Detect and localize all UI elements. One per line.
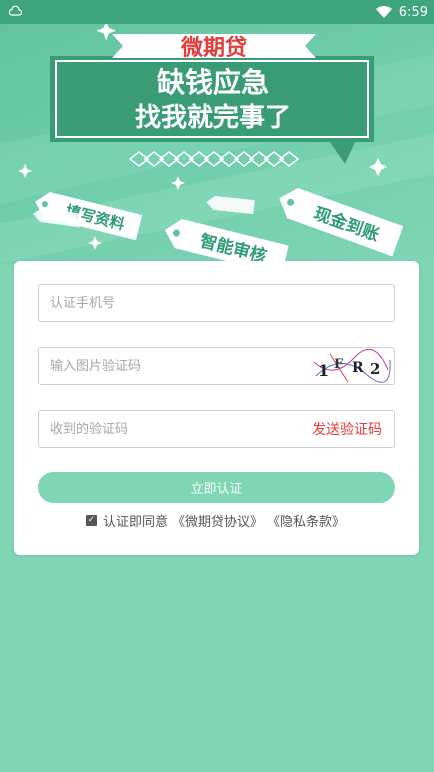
status-bar: 6:59 xyxy=(0,0,434,24)
agreement-link[interactable]: 《微期贷协议》 xyxy=(172,511,263,530)
captcha-char: 1 xyxy=(318,361,329,380)
hero-headline-2: 找我就完事了 xyxy=(135,102,291,133)
tag-cash-arrival: 现金到账 xyxy=(279,188,404,257)
sms-code-field[interactable]: 发送验证码 xyxy=(38,410,395,448)
hero-brand: 微期贷 xyxy=(180,35,247,61)
verification-card: 1 F R 2 发送验证码 立即认证 ✓ 认证即同意 《微期贷协议》 《隐私条款… xyxy=(14,261,419,555)
captcha-char: R xyxy=(352,360,364,376)
status-time: 6:59 xyxy=(398,4,428,20)
captcha-image[interactable]: 1 F R 2 xyxy=(310,348,392,384)
agree-checkbox[interactable]: ✓ xyxy=(86,514,97,526)
agreement-row: ✓ 认证即同意 《微期贷协议》 《隐私条款》 xyxy=(86,511,345,530)
captcha-field[interactable]: 1 F R 2 xyxy=(38,347,395,385)
phone-input[interactable] xyxy=(39,285,394,321)
hero-banner: 微期贷 缺钱应急 找我就完事了 填写资料 智能审核 现金到账 xyxy=(0,24,434,264)
wifi-icon xyxy=(375,5,392,18)
cloud-icon xyxy=(8,5,23,20)
verify-now-button[interactable]: 立即认证 xyxy=(38,472,395,503)
captcha-char: 2 xyxy=(370,360,380,378)
tag-smart-review: 智能审核 xyxy=(164,219,289,264)
hero-headline-1: 缺钱应急 xyxy=(157,66,269,99)
agree-prefix: 认证即同意 xyxy=(103,514,169,530)
captcha-char: F xyxy=(334,357,344,372)
send-code-button[interactable]: 发送验证码 xyxy=(312,419,394,439)
privacy-link[interactable]: 《隐私条款》 xyxy=(267,511,345,530)
sms-code-input[interactable] xyxy=(39,411,312,447)
captcha-input[interactable] xyxy=(39,348,310,384)
phone-field[interactable] xyxy=(38,284,395,322)
